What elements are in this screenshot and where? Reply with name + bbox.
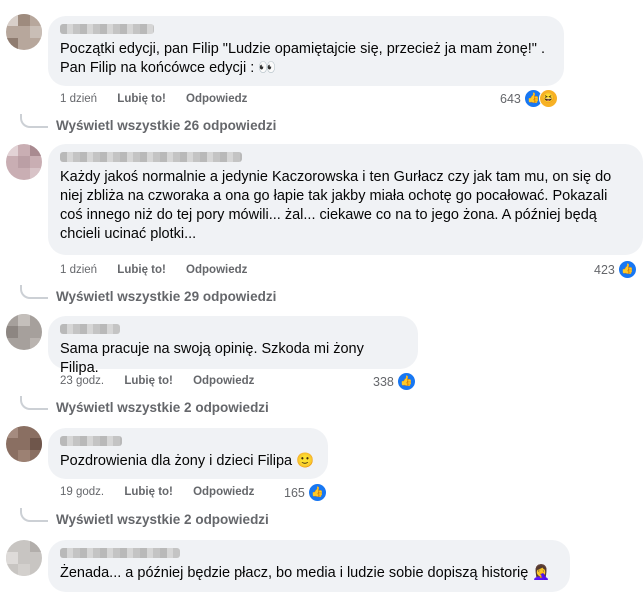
view-replies-label[interactable]: Wyświetl wszystkie 29 odpowiedzi (56, 289, 276, 304)
view-replies-link[interactable]: Wyświetl wszystkie 29 odpowiedzi (20, 284, 276, 304)
haha-reaction-icon: 😆 (538, 89, 558, 108)
view-replies-label[interactable]: Wyświetl wszystkie 2 odpowiedzi (56, 400, 269, 415)
view-replies-link[interactable]: Wyświetl wszystkie 2 odpowiedzi (20, 395, 269, 415)
comment-bubble: Początki edycji, pan Filip "Ludzie opami… (48, 16, 564, 86)
comment-actions: 1 dzień Lubię to! Odpowiedz (60, 264, 264, 276)
avatar[interactable] (6, 314, 42, 350)
avatar[interactable] (6, 144, 42, 180)
author-name[interactable] (60, 152, 242, 162)
author-name[interactable] (60, 548, 180, 558)
avatar[interactable] (6, 540, 42, 576)
comment-text: Każdy jakoś normalnie a jedynie Kaczorow… (60, 169, 612, 242)
comment-bubble: Pozdrowienia dla żony i dzieci Filipa 🙂 (48, 428, 328, 479)
reaction-summary[interactable]: 423 👍 (594, 260, 637, 279)
reply-button[interactable]: Odpowiedz (193, 486, 254, 498)
timestamp[interactable]: 1 dzień (60, 264, 97, 276)
reply-button[interactable]: Odpowiedz (186, 264, 247, 276)
reaction-summary[interactable]: 643 👍 😆 (500, 89, 558, 108)
like-reaction-icon: 👍 (307, 483, 327, 502)
author-name[interactable] (60, 324, 120, 334)
comment-text: Żenada... a później będzie płacz, bo med… (60, 565, 551, 581)
reply-thread-line (20, 395, 48, 410)
reaction-summary[interactable]: 165 👍 (284, 483, 327, 502)
comment-bubble: Każdy jakoś normalnie a jedynie Kaczorow… (48, 144, 643, 255)
reaction-count: 165 (284, 485, 305, 500)
view-replies-link[interactable]: Wyświetl wszystkie 2 odpowiedzi (20, 507, 269, 527)
timestamp[interactable]: 1 dzień (60, 93, 97, 105)
author-name[interactable] (60, 24, 154, 34)
like-reaction-icon: 👍 (617, 260, 637, 279)
timestamp[interactable]: 23 godz. (60, 375, 104, 387)
avatar[interactable] (6, 14, 42, 50)
reply-thread-line (20, 507, 48, 522)
like-button[interactable]: Lubię to! (124, 375, 173, 387)
like-button[interactable]: Lubię to! (117, 264, 166, 276)
reaction-count: 643 (500, 91, 521, 106)
reply-button[interactable]: Odpowiedz (193, 375, 254, 387)
author-name[interactable] (60, 436, 122, 446)
reaction-summary[interactable]: 338 👍 (373, 372, 416, 391)
comment-text: Sama pracuje na swoją opinię. Szkoda mi … (60, 341, 364, 376)
like-button[interactable]: Lubię to! (117, 93, 166, 105)
timestamp[interactable]: 19 godz. (60, 486, 104, 498)
comment-actions: 23 godz. Lubię to! Odpowiedz (60, 375, 271, 387)
view-replies-label[interactable]: Wyświetl wszystkie 26 odpowiedzi (56, 118, 276, 133)
reply-thread-line (20, 284, 48, 299)
comment-bubble: Sama pracuje na swoją opinię. Szkoda mi … (48, 316, 418, 376)
avatar[interactable] (6, 426, 42, 462)
comment-actions: 19 godz. Lubię to! Odpowiedz (60, 486, 271, 498)
reaction-count: 423 (594, 262, 615, 277)
like-button[interactable]: Lubię to! (124, 486, 173, 498)
reply-button[interactable]: Odpowiedz (186, 93, 247, 105)
comment-text: Pozdrowienia dla żony i dzieci Filipa 🙂 (60, 453, 315, 469)
reaction-count: 338 (373, 374, 394, 389)
comment-text: Początki edycji, pan Filip "Ludzie opami… (60, 41, 545, 76)
view-replies-label[interactable]: Wyświetl wszystkie 2 odpowiedzi (56, 512, 269, 527)
reply-thread-line (20, 113, 48, 128)
comment-actions: 1 dzień Lubię to! Odpowiedz (60, 93, 264, 105)
like-reaction-icon: 👍 (396, 372, 416, 391)
view-replies-link[interactable]: Wyświetl wszystkie 26 odpowiedzi (20, 113, 276, 133)
comment-bubble: Żenada... a później będzie płacz, bo med… (48, 540, 570, 592)
